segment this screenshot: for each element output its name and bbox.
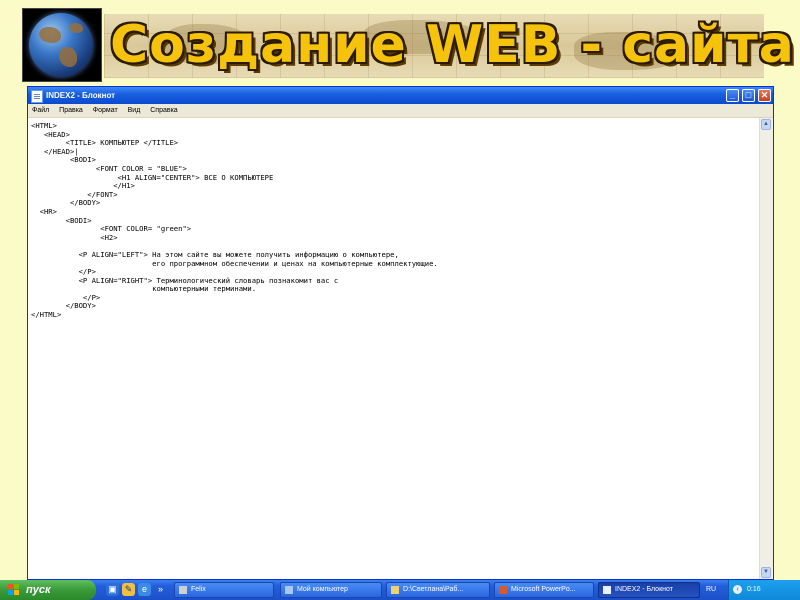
globe-image — [22, 8, 102, 82]
code-text[interactable]: <HTML> <HEAD> <TITLE> КОМПЬЮТЕР </TITLE>… — [28, 118, 760, 320]
globe-continent — [59, 47, 77, 67]
close-button[interactable]: ✕ — [758, 89, 771, 102]
task-felix[interactable]: Felix — [174, 582, 274, 598]
globe-continent — [39, 27, 61, 43]
maximize-button[interactable]: □ — [742, 89, 755, 102]
windows-flag-icon — [8, 584, 20, 596]
tray-arrow-icon[interactable]: ‹ — [733, 585, 742, 594]
vertical-scrollbar[interactable]: ▲ ▼ — [759, 118, 773, 579]
globe-sphere — [29, 13, 93, 77]
powerpoint-icon — [499, 586, 507, 594]
slide-title: Создание WEB - сайта — [110, 15, 795, 75]
menu-view[interactable]: Вид — [128, 107, 141, 114]
start-button[interactable]: пуск — [0, 580, 96, 600]
task-my-computer[interactable]: Мой компьютер — [280, 582, 382, 598]
notepad-window: INDEX2 - Блокнот _ □ ✕ Файл Правка Форма… — [27, 86, 774, 580]
task-folder[interactable]: D:\Светлана\Раб... — [386, 582, 490, 598]
explorer-quicklaunch-icon[interactable]: ✎ — [122, 583, 135, 596]
language-indicator[interactable]: RU — [706, 580, 716, 600]
window-title: INDEX2 - Блокнот — [46, 91, 116, 100]
window-titlebar[interactable]: INDEX2 - Блокнот _ □ ✕ — [28, 87, 773, 104]
globe-continent — [69, 23, 83, 33]
clock: 0:16 — [747, 586, 761, 593]
menu-bar: Файл Правка Формат Вид Справка — [28, 104, 773, 118]
notepad-icon — [603, 586, 611, 594]
notepad-icon — [31, 90, 43, 103]
start-label: пуск — [26, 584, 51, 596]
task-powerpoint[interactable]: Microsoft PowerPo... — [494, 582, 594, 598]
menu-help[interactable]: Справка — [150, 107, 177, 114]
system-tray: ‹ 0:16 — [728, 580, 800, 600]
my-computer-icon — [285, 586, 293, 594]
taskbar: пуск ▣ ✎ e » Felix Мой компьютер D:\Свет… — [0, 580, 800, 600]
menu-format[interactable]: Формат — [93, 107, 118, 114]
menu-edit[interactable]: Правка — [59, 107, 83, 114]
menu-file[interactable]: Файл — [32, 107, 49, 114]
minimize-button[interactable]: _ — [726, 89, 739, 102]
text-editor-area[interactable]: <HTML> <HEAD> <TITLE> КОМПЬЮТЕР </TITLE>… — [28, 118, 760, 579]
quicklaunch-more-icon[interactable]: » — [154, 583, 167, 596]
scroll-up-icon[interactable]: ▲ — [761, 119, 771, 130]
felix-icon — [179, 586, 187, 594]
folder-icon — [391, 586, 399, 594]
ie-quicklaunch-icon[interactable]: e — [138, 583, 151, 596]
desktop-quicklaunch-icon[interactable]: ▣ — [106, 583, 119, 596]
task-notepad[interactable]: INDEX2 - Блокнот — [598, 582, 700, 598]
scroll-down-icon[interactable]: ▼ — [761, 567, 771, 578]
